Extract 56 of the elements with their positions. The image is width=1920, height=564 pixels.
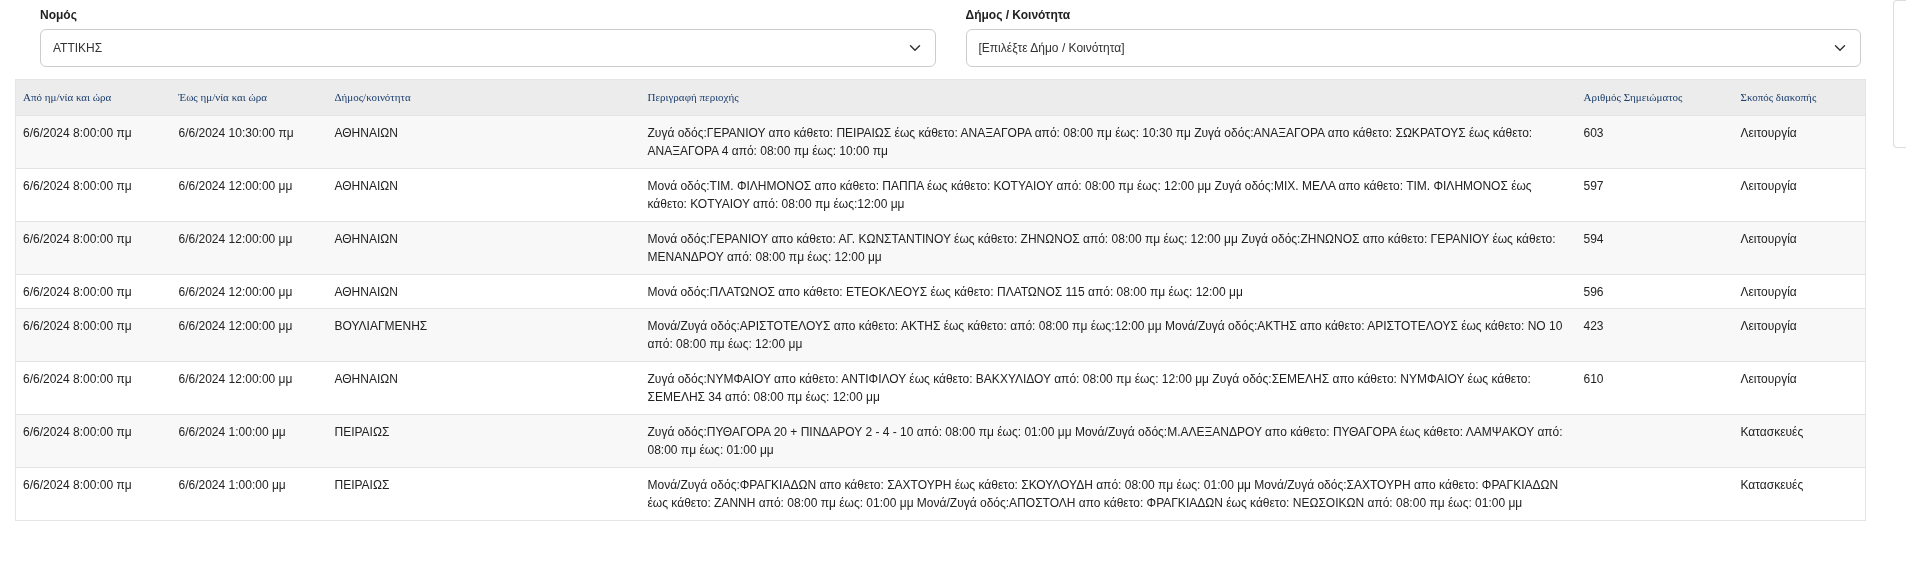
field-label: Δήμος / Κοινότητα bbox=[965, 7, 1071, 24]
table-cell: 6/6/2024 12:00:00 μμ bbox=[171, 221, 328, 274]
table-cell: ΑΘΗΝΑΙΩΝ bbox=[327, 274, 641, 308]
table-cell: Μονά οδός:ΓΕΡΑΝΙΟΥ απο κάθετο: ΑΓ. ΚΩΝΣΤΑΝΤΙΝΟΥ έως κάθετο: ΖΗΝΩΝΟΣ από: 08:00 πμ έως: 12:00 μμ Ζυγά οδός:ΖΗΝΩΝΟΣ απο κάθετο: ΓΕΡΑΝΙΟΥ έως κάθετο: ΜΕΝΑΝΔΡΟΥ από: 08:00 πμ έως: 12:00 μμ bbox=[640, 221, 1577, 274]
table-cell: 610 bbox=[1576, 361, 1734, 414]
column-header[interactable]: Από ημ/νία και ώρα bbox=[15, 79, 172, 115]
table-cell: 597 bbox=[1576, 168, 1734, 221]
table-cell: 6/6/2024 8:00:00 πμ bbox=[15, 221, 172, 274]
table-cell: 6/6/2024 12:00:00 μμ bbox=[171, 361, 328, 414]
table-cell: 6/6/2024 12:00:00 μμ bbox=[171, 308, 328, 361]
table-cell: Λειτουργία bbox=[1733, 221, 1866, 274]
table-cell: Ζυγά οδός:ΝΥΜΦΑΙΟΥ απο κάθετο: ΑΝΤΙΦΙΛΟΥ έως κάθετο: ΒΑΚΧΥΛΙΔΟΥ από: 08:00 πμ έως: 12:00 μμ Ζυγά οδός:ΣΕΜΕΛΗΣ απο κάθετο: ΝΥΜΦΑΙΟΥ έως κάθετο: ΣΕΜΕΛΗΣ 34 από: 08:00 πμ έως: 12:00 μμ bbox=[640, 361, 1577, 414]
table-cell: 6/6/2024 1:00:00 μμ bbox=[171, 467, 328, 520]
table-cell: ΑΘΗΝΑΙΩΝ bbox=[327, 168, 641, 221]
table-cell: ΠΕΙΡΑΙΩΣ bbox=[327, 467, 641, 520]
table-cell: Μονά/Ζυγά οδός:ΦΡΑΓΚΙΑΔΩΝ απο κάθετο: ΣΑΧΤΟΥΡΗ έως κάθετο: ΣΚΟΥΛΟΥΔΗ από: 08:00 πμ έως: 01:00 μμ Μονά/Ζυγά οδός:ΣΑΧΤΟΥΡΗ απο κάθετο: ΦΡΑΓΚΙΑΔΩΝ έως κάθετο: ΖΑΝΝΗ από: 08:00 πμ έως: 01:00 μμ Μονά/Ζυγά οδός:ΑΠΟΣΤΟΛΗ απο κάθετο: ΦΡΑΓΚΙΑΔΩΝ έως κάθετο: ΝΕΩΣΟΙΚΩΝ από: 08:00 πμ έως: 01:00 μμ bbox=[640, 467, 1577, 520]
table-cell: 594 bbox=[1576, 221, 1734, 274]
table-cell: ΑΘΗΝΑΙΩΝ bbox=[327, 115, 641, 168]
table-cell: 6/6/2024 8:00:00 πμ bbox=[15, 115, 172, 168]
table-cell: 6/6/2024 10:30:00 πμ bbox=[171, 115, 328, 168]
column-header[interactable]: Έως ημ/νία και ώρα bbox=[171, 79, 328, 115]
field-label: Νομός bbox=[40, 7, 77, 24]
table-cell: ΑΘΗΝΑΙΩΝ bbox=[327, 221, 641, 274]
table-cell: Μονά οδός:ΠΛΑΤΩΝΟΣ απο κάθετο: ΕΤΕΟΚΛΕΟΥΣ έως κάθετο: ΠΛΑΤΩΝΟΣ 115 από: 08:00 πμ έως: 12:00 μμ bbox=[640, 274, 1577, 308]
table-cell: Λειτουργία bbox=[1733, 168, 1866, 221]
table-cell: 6/6/2024 8:00:00 πμ bbox=[15, 361, 172, 414]
column-header[interactable]: Αριθμός Σημειώματος bbox=[1576, 79, 1734, 115]
dropdown-field[interactable]: [Επιλέξτε Δήμο / Κοινότητα] bbox=[965, 29, 1861, 67]
column-header[interactable]: Σκοπός διακοπής bbox=[1733, 79, 1866, 115]
table-cell: Ζυγά οδός:ΠΥΘΑΓΟΡΑ 20 + ΠΙΝΔΑΡΟΥ 2 - 4 - 10 από: 08:00 πμ έως: 01:00 μμ Μονά/Ζυγά οδός:Μ.ΑΛΕΞΑΝΔΡΟΥ απο κάθετο: ΠΥΘΑΓΟΡΑ έως κάθετο: ΛΑΜΨΑΚΟΥ από: 08:00 πμ έως: 01:00 μμ bbox=[640, 414, 1577, 467]
table-cell: ΠΕΙΡΑΙΩΣ bbox=[327, 414, 641, 467]
table-cell: ΒΟΥΛΙΑΓΜΕΝΗΣ bbox=[327, 308, 641, 361]
column-header[interactable]: Δήμος/κοινότητα bbox=[327, 79, 641, 115]
table-cell: 6/6/2024 8:00:00 πμ bbox=[15, 414, 172, 467]
table-cell: 6/6/2024 1:00:00 μμ bbox=[171, 414, 328, 467]
table-cell: 6/6/2024 12:00:00 μμ bbox=[171, 168, 328, 221]
table-cell: Λειτουργία bbox=[1733, 308, 1866, 361]
table-cell: Κατασκευές bbox=[1733, 467, 1866, 520]
dropdown-field[interactable]: ΑΤΤΙΚΗΣ bbox=[40, 29, 936, 67]
table-cell: 6/6/2024 8:00:00 πμ bbox=[15, 274, 172, 308]
table-cell: Μονά οδός:ΤΙΜ. ΦΙΛΗΜΟΝΟΣ απο κάθετο: ΠΑΠΠΑ έως κάθετο: ΚΟΤΥΑΙΟΥ από: 08:00 πμ έως: 12:00 μμ Ζυγά οδός:ΜΙΧ. ΜΕΛΑ απο κάθετο: ΤΙΜ. ΦΙΛΗΜΟΝΟΣ έως κάθετο: ΚΟΤΥΑΙΟΥ από: 08:00 πμ έως:12:00 μμ bbox=[640, 168, 1577, 221]
table-cell: 423 bbox=[1576, 308, 1734, 361]
table-cell: 6/6/2024 12:00:00 μμ bbox=[171, 274, 328, 308]
table-cell: 6/6/2024 8:00:00 πμ bbox=[15, 308, 172, 361]
table-cell: 6/6/2024 8:00:00 πμ bbox=[15, 467, 172, 520]
table-cell: 603 bbox=[1576, 115, 1734, 168]
table-cell: Μονά/Ζυγά οδός:ΑΡΙΣΤΟΤΕΛΟΥΣ απο κάθετο: ΑΚΤΗΣ έως κάθετο: από: 08:00 πμ έως:12:00 μμ Μονά/Ζυγά οδός:ΑΚΤΗΣ απο κάθετο: ΑΡΙΣΤΟΤΕΛΟΥΣ έως κάθετο: ΝΟ 10 από: 08:00 πμ έως: 12:00 μμ bbox=[640, 308, 1577, 361]
table-cell: Κατασκευές bbox=[1733, 414, 1866, 467]
table-cell: 6/6/2024 8:00:00 πμ bbox=[15, 168, 172, 221]
table-cell: Λειτουργία bbox=[1733, 361, 1866, 414]
table-cell: ΑΘΗΝΑΙΩΝ bbox=[327, 361, 641, 414]
table-cell: Λειτουργία bbox=[1733, 274, 1866, 308]
table-cell: Λειτουργία bbox=[1733, 115, 1866, 168]
table-cell: Ζυγά οδός:ΓΕΡΑΝΙΟΥ απο κάθετο: ΠΕΙΡΑΙΩΣ έως κάθετο: ΑΝΑΞΑΓΟΡΑ από: 08:00 πμ έως: 10:30 πμ Ζυγά οδός:ΑΝΑΞΑΓΟΡΑ απο κάθετο: ΣΩΚΡΑΤΟΥΣ έως κάθετο: ΑΝΑΞΑΓΟΡΑ 4 από: 08:00 πμ έως: 10:00 πμ bbox=[640, 115, 1577, 168]
column-header[interactable]: Περιγραφή περιοχής bbox=[640, 79, 1577, 115]
table-cell: 596 bbox=[1576, 274, 1734, 308]
